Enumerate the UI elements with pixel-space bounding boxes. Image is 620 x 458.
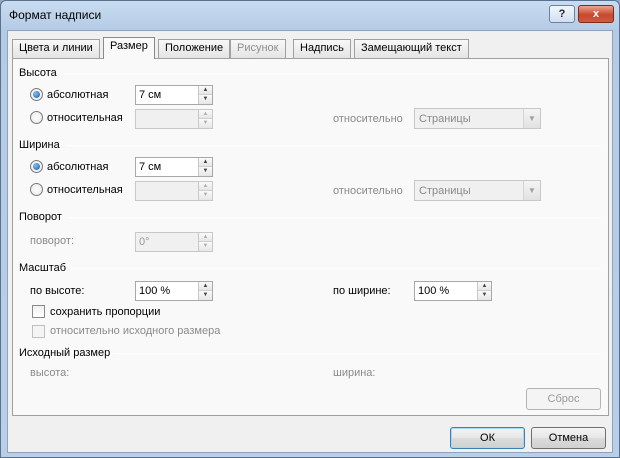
width-relative-to-label: относительно xyxy=(333,185,403,197)
spinner-arrows: ▲ ▼ xyxy=(198,158,212,176)
size-tab-page: Высота абсолютная 7 см ▲ ▼ относительная… xyxy=(12,58,609,416)
section-divider xyxy=(69,217,601,218)
height-section-label: Высота xyxy=(19,67,57,79)
tab-alt-text[interactable]: Замещающий текст xyxy=(354,39,469,58)
tab-position[interactable]: Положение xyxy=(158,39,231,58)
chevron-down-icon[interactable]: ▼ xyxy=(523,181,540,200)
original-width-label: ширина: xyxy=(333,367,376,379)
width-section-label: Ширина xyxy=(19,139,60,151)
width-relative-to-value: Страницы xyxy=(419,185,471,197)
title-bar[interactable]: Формат надписи ? x xyxy=(1,1,619,29)
width-relative-radio[interactable] xyxy=(30,183,43,196)
reset-button[interactable]: Сброс xyxy=(526,388,601,410)
width-absolute-label: абсолютная xyxy=(47,161,109,173)
spin-up-icon[interactable]: ▲ xyxy=(199,233,212,242)
height-relative-radio[interactable] xyxy=(30,111,43,124)
rotation-value: 0° xyxy=(139,236,150,248)
tab-colors-lines[interactable]: Цвета и линии xyxy=(12,39,100,58)
spinner-arrows: ▲ ▼ xyxy=(198,233,212,251)
spinner-arrows: ▲ ▼ xyxy=(198,182,212,200)
height-relative-label: относительная xyxy=(47,112,123,124)
width-relative-to-select[interactable]: Страницы ▼ xyxy=(414,180,541,201)
scale-height-spinner[interactable]: 100 % ▲ ▼ xyxy=(135,281,213,301)
width-relative-label: относительная xyxy=(47,184,123,196)
original-size-section-label: Исходный размер xyxy=(19,347,111,359)
height-absolute-radio[interactable] xyxy=(30,88,43,101)
lock-aspect-ratio-label: сохранить пропорции xyxy=(50,306,161,318)
rotation-label: поворот: xyxy=(30,235,74,247)
scale-width-label: по ширине: xyxy=(333,285,391,297)
spin-up-icon[interactable]: ▲ xyxy=(199,110,212,119)
dialog-body: Цвета и линии Размер Положение Рисунок Н… xyxy=(7,30,613,453)
height-absolute-spinner[interactable]: 7 см ▲ ▼ xyxy=(135,85,213,105)
section-divider xyxy=(113,353,601,354)
spin-down-icon[interactable]: ▼ xyxy=(199,119,212,128)
ok-button[interactable]: ОК xyxy=(450,427,525,449)
spin-down-icon[interactable]: ▼ xyxy=(199,191,212,200)
height-absolute-label: абсолютная xyxy=(47,89,109,101)
spin-up-icon[interactable]: ▲ xyxy=(199,182,212,191)
height-relative-to-value: Страницы xyxy=(419,113,471,125)
tab-size[interactable]: Размер xyxy=(103,37,155,59)
chevron-down-icon[interactable]: ▼ xyxy=(523,109,540,128)
cancel-button[interactable]: Отмена xyxy=(531,427,606,449)
spin-up-icon[interactable]: ▲ xyxy=(478,282,491,291)
rotation-section-label: Поворот xyxy=(19,211,62,223)
height-relative-spinner[interactable]: ▲ ▼ xyxy=(135,109,213,129)
width-absolute-spinner[interactable]: 7 см ▲ ▼ xyxy=(135,157,213,177)
spin-down-icon[interactable]: ▼ xyxy=(199,242,212,251)
lock-aspect-ratio-checkbox[interactable] xyxy=(32,305,45,318)
spin-up-icon[interactable]: ▲ xyxy=(199,86,212,95)
spin-down-icon[interactable]: ▼ xyxy=(199,291,212,300)
scale-section-label: Масштаб xyxy=(19,262,67,274)
close-button[interactable]: x xyxy=(578,5,614,23)
scale-width-value: 100 % xyxy=(418,285,450,297)
section-divider xyxy=(67,145,601,146)
rotation-spinner[interactable]: 0° ▲ ▼ xyxy=(135,232,213,252)
spinner-arrows: ▲ ▼ xyxy=(477,282,491,300)
spinner-arrows: ▲ ▼ xyxy=(198,86,212,104)
height-relative-to-label: относительно xyxy=(333,113,403,125)
scale-width-spinner[interactable]: 100 % ▲ ▼ xyxy=(414,281,492,301)
width-absolute-value: 7 см xyxy=(139,161,162,173)
tab-textbox[interactable]: Надпись xyxy=(293,39,351,58)
spin-up-icon[interactable]: ▲ xyxy=(199,158,212,167)
height-absolute-value: 7 см xyxy=(139,89,162,101)
dialog-title: Формат надписи xyxy=(9,8,102,22)
help-button[interactable]: ? xyxy=(549,5,575,23)
relative-original-size-checkbox[interactable] xyxy=(32,325,45,338)
spin-down-icon[interactable]: ▼ xyxy=(199,167,212,176)
section-divider xyxy=(71,268,601,269)
spin-down-icon[interactable]: ▼ xyxy=(199,95,212,104)
original-height-label: высота: xyxy=(30,367,70,379)
height-relative-to-select[interactable]: Страницы ▼ xyxy=(414,108,541,129)
width-absolute-radio[interactable] xyxy=(30,160,43,173)
spin-up-icon[interactable]: ▲ xyxy=(199,282,212,291)
width-relative-spinner[interactable]: ▲ ▼ xyxy=(135,181,213,201)
section-divider xyxy=(63,73,601,74)
dialog-window: Формат надписи ? x Цвета и линии Размер … xyxy=(0,0,620,458)
tab-picture[interactable]: Рисунок xyxy=(230,39,286,58)
scale-height-value: 100 % xyxy=(139,285,171,297)
spin-down-icon[interactable]: ▼ xyxy=(478,291,491,300)
spinner-arrows: ▲ ▼ xyxy=(198,110,212,128)
relative-original-size-label: относительно исходного размера xyxy=(50,325,221,337)
scale-height-label: по высоте: xyxy=(30,285,85,297)
spinner-arrows: ▲ ▼ xyxy=(198,282,212,300)
